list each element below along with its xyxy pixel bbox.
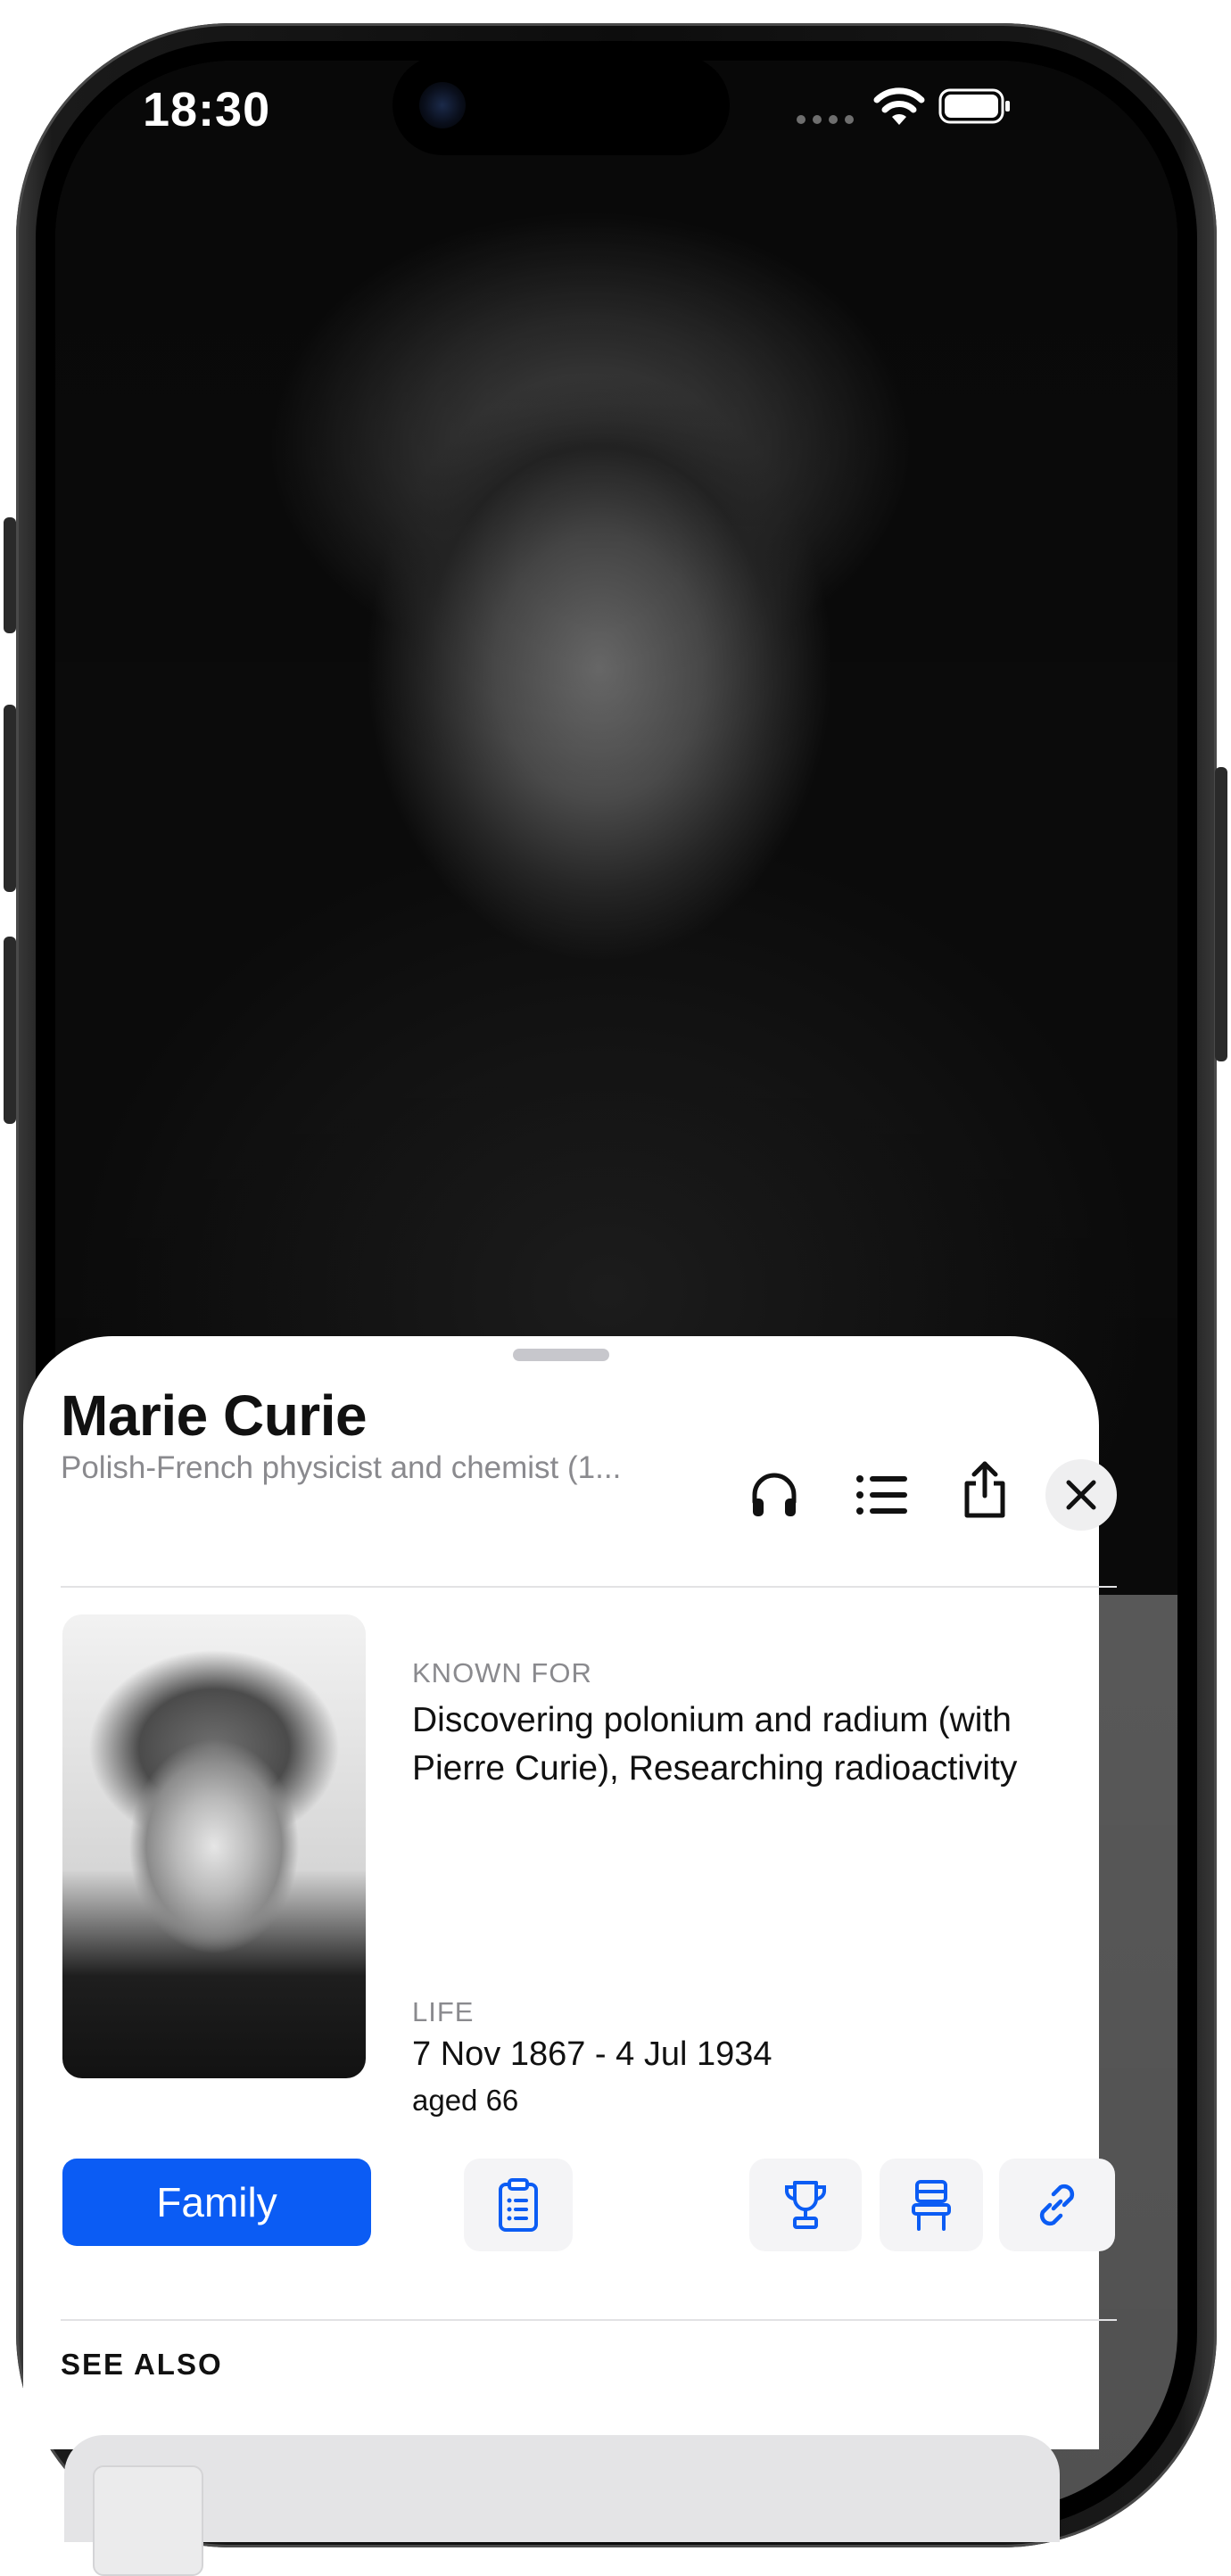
- close-button[interactable]: [1045, 1459, 1117, 1531]
- see-also-card-thumbnail: [93, 2465, 203, 2576]
- link-icon: [1039, 2184, 1075, 2226]
- battery-icon: [938, 88, 1010, 124]
- trophy-icon: [785, 2181, 826, 2229]
- sheet-title: Marie Curie: [61, 1383, 368, 1448]
- life-age: aged 66: [412, 2084, 519, 2117]
- portrait-thumbnail[interactable]: [62, 1614, 366, 2078]
- known-for-label: KNOWN FOR: [412, 1657, 592, 1688]
- family-button[interactable]: Family: [62, 2159, 371, 2246]
- life-dates: 7 Nov 1867 - 4 Jul 1934: [412, 2035, 772, 2073]
- share-icon: [964, 1461, 1005, 1518]
- volume-down-button: [4, 937, 16, 1124]
- list-icon: [856, 1475, 907, 1515]
- header-divider: [61, 1586, 1117, 1588]
- status-time: 18:30: [143, 83, 271, 136]
- headphones-icon: [752, 1473, 797, 1516]
- volume-up-button: [4, 705, 16, 892]
- listen-button[interactable]: [739, 1459, 810, 1531]
- close-icon: [1066, 1480, 1096, 1510]
- life-label: LIFE: [412, 1996, 475, 2027]
- awards-button[interactable]: [749, 2159, 862, 2251]
- chair-icon: [912, 2180, 951, 2231]
- see-also-card[interactable]: [64, 2435, 1060, 2542]
- action-button: [4, 517, 16, 633]
- share-button[interactable]: [949, 1454, 1020, 1525]
- see-also-divider: [61, 2319, 1117, 2321]
- list-button[interactable]: [846, 1459, 917, 1531]
- front-camera: [419, 82, 466, 128]
- wifi-icon: [873, 87, 925, 125]
- link-button[interactable]: [999, 2159, 1115, 2251]
- positions-button[interactable]: [880, 2159, 983, 2251]
- sheet-grabber[interactable]: [513, 1349, 609, 1361]
- power-button: [1215, 767, 1227, 1061]
- see-also-heading: SEE ALSO: [61, 2348, 223, 2381]
- known-for-text: Discovering polonium and radium (with Pi…: [412, 1701, 1018, 1788]
- cellular-signal-icon: [797, 115, 854, 124]
- clipboard-icon: [499, 2178, 538, 2232]
- notes-button[interactable]: [464, 2159, 573, 2251]
- sheet-subtitle: Polish-French physicist and chemist (1..…: [61, 1450, 622, 1485]
